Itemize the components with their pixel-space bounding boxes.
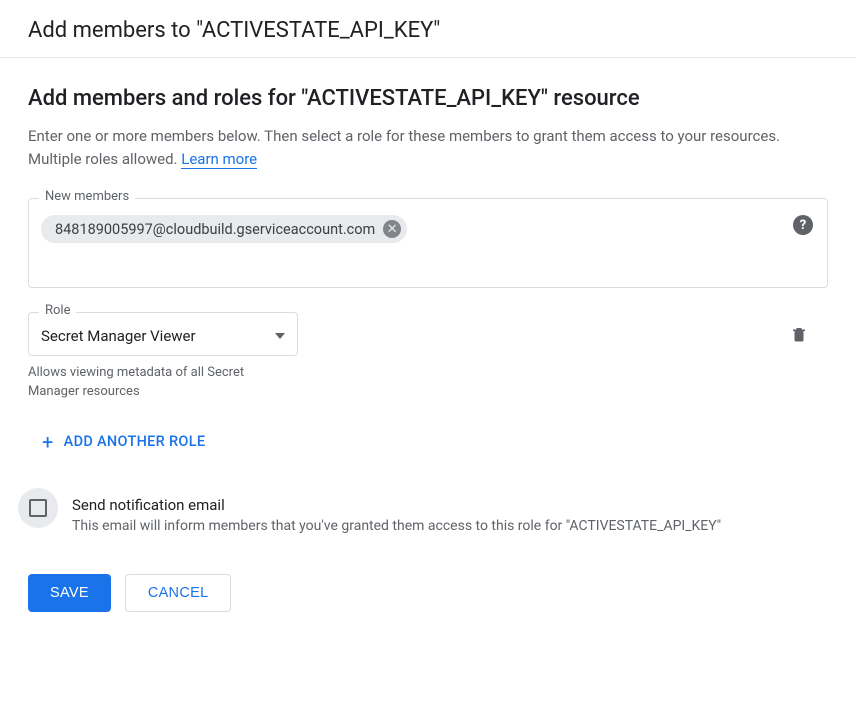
add-role-label: ADD ANOTHER ROLE xyxy=(64,433,206,450)
save-button[interactable]: SAVE xyxy=(28,574,111,612)
notification-label: Send notification email xyxy=(72,496,721,514)
dialog-title: Add members to "ACTIVESTATE_API_KEY" xyxy=(28,18,828,43)
learn-more-link[interactable]: Learn more xyxy=(181,150,257,169)
add-another-role-button[interactable]: + ADD ANOTHER ROLE xyxy=(42,432,205,452)
button-row: SAVE CANCEL xyxy=(28,574,828,612)
role-field[interactable]: Role Secret Manager Viewer xyxy=(28,312,298,356)
checkbox-ripple xyxy=(18,488,58,528)
chevron-down-icon xyxy=(275,333,285,339)
description-text: Enter one or more members below. Then se… xyxy=(28,127,780,168)
new-members-label: New members xyxy=(39,189,135,204)
notification-checkbox[interactable] xyxy=(29,499,47,517)
new-members-field[interactable]: New members 848189005997@cloudbuild.gser… xyxy=(28,198,828,288)
member-chip-text: 848189005997@cloudbuild.gserviceaccount.… xyxy=(55,221,375,238)
cancel-button[interactable]: CANCEL xyxy=(125,574,232,612)
dialog-content: Add members and roles for "ACTIVESTATE_A… xyxy=(0,58,856,640)
role-select[interactable]: Secret Manager Viewer xyxy=(29,313,297,355)
role-label: Role xyxy=(39,303,76,318)
section-description: Enter one or more members below. Then se… xyxy=(28,125,828,170)
notification-sublabel: This email will inform members that you'… xyxy=(72,518,721,534)
chip-remove-icon[interactable]: ✕ xyxy=(383,220,401,238)
plus-icon: + xyxy=(42,432,54,452)
role-selected-value: Secret Manager Viewer xyxy=(41,327,196,345)
section-heading: Add members and roles for "ACTIVESTATE_A… xyxy=(28,86,828,111)
role-row: Role Secret Manager Viewer xyxy=(28,312,828,356)
help-icon[interactable]: ? xyxy=(793,215,813,235)
delete-role-icon[interactable] xyxy=(790,324,808,344)
role-hint: Allows viewing metadata of all Secret Ma… xyxy=(28,364,298,402)
member-chip: 848189005997@cloudbuild.gserviceaccount.… xyxy=(41,215,407,243)
notification-row: Send notification email This email will … xyxy=(28,496,828,534)
dialog-header: Add members to "ACTIVESTATE_API_KEY" xyxy=(0,0,856,58)
